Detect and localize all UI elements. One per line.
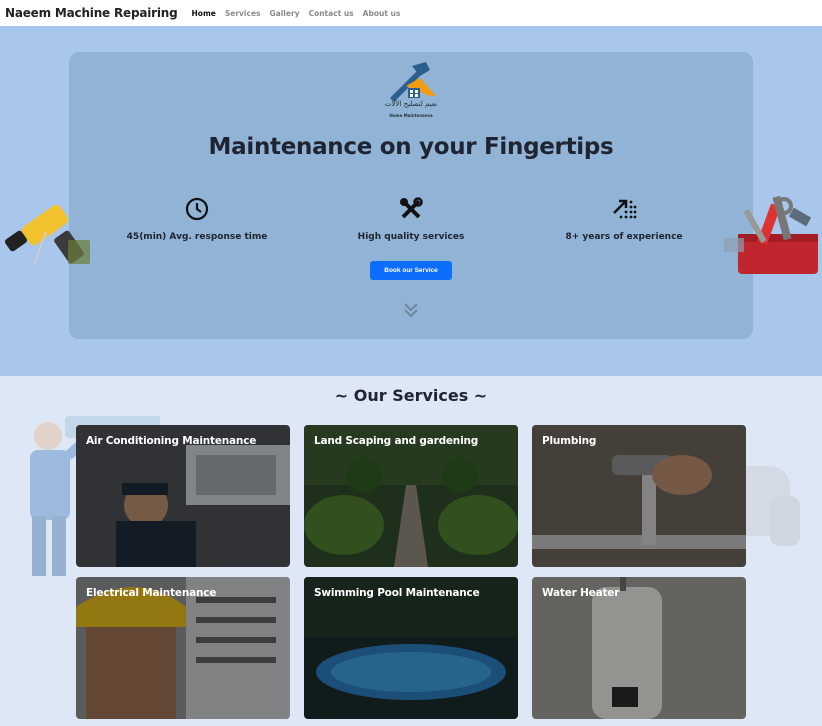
feature-label: 8+ years of experience — [565, 232, 683, 242]
feature-experience: 8+ years of experience — [529, 196, 719, 242]
nav-about[interactable]: About us — [363, 9, 401, 18]
drill-icon — [4, 204, 90, 265]
logo-icon — [390, 62, 436, 102]
service-card-electrical[interactable]: Electrical Maintenance — [76, 577, 290, 719]
feature-response-time: 45(min) Avg. response time — [102, 196, 292, 242]
tools-icon — [400, 197, 423, 219]
book-service-button[interactable]: Book our Service — [370, 261, 452, 280]
feature-label: 45(min) Avg. response time — [126, 232, 268, 242]
service-card-pool[interactable]: Swimming Pool Maintenance — [304, 577, 518, 719]
nav-contact[interactable]: Contact us — [309, 9, 354, 18]
growth-arrow-icon — [613, 199, 637, 219]
clock-icon — [185, 197, 209, 221]
feature-quality: High quality services — [316, 196, 506, 242]
services-section: ~ Our Services ~ Air Conditioning Mainte… — [0, 376, 822, 726]
service-card-plumbing[interactable]: Plumbing — [532, 425, 746, 567]
brand-title[interactable]: Naeem Machine Repairing — [5, 6, 178, 20]
logo-text: نعيم لتصليح الآلات — [384, 100, 438, 108]
nav-services[interactable]: Services — [225, 9, 261, 18]
service-card-ac[interactable]: Air Conditioning Maintenance — [76, 425, 290, 567]
service-card-title: Water Heater — [542, 587, 620, 599]
toolbox-icon — [724, 195, 818, 274]
nav-gallery[interactable]: Gallery — [270, 9, 300, 18]
services-title: ~ Our Services ~ — [334, 386, 488, 405]
logo-subtext: Home Maintenance — [389, 113, 433, 118]
service-card-water-heater[interactable]: Water Heater — [532, 577, 746, 719]
service-card-title: Electrical Maintenance — [86, 587, 217, 599]
service-card-title: Swimming Pool Maintenance — [314, 587, 480, 599]
nav-home[interactable]: Home — [192, 9, 216, 18]
service-card-title: Air Conditioning Maintenance — [86, 435, 257, 447]
hero-title: Maintenance on your Fingertips — [208, 134, 614, 160]
service-card-landscaping[interactable]: Land Scaping and gardening — [304, 425, 518, 567]
chevron-down-icon[interactable] — [401, 300, 421, 320]
feature-label: High quality services — [357, 232, 465, 242]
nav-links: Home Services Gallery Contact us About u… — [192, 9, 401, 18]
service-card-title: Plumbing — [542, 435, 597, 447]
service-card-title: Land Scaping and gardening — [314, 435, 479, 447]
navbar: Naeem Machine Repairing Home Services Ga… — [0, 0, 822, 26]
hero-section: نعيم لتصليح الآلات Home Maintenance Main… — [0, 26, 822, 376]
